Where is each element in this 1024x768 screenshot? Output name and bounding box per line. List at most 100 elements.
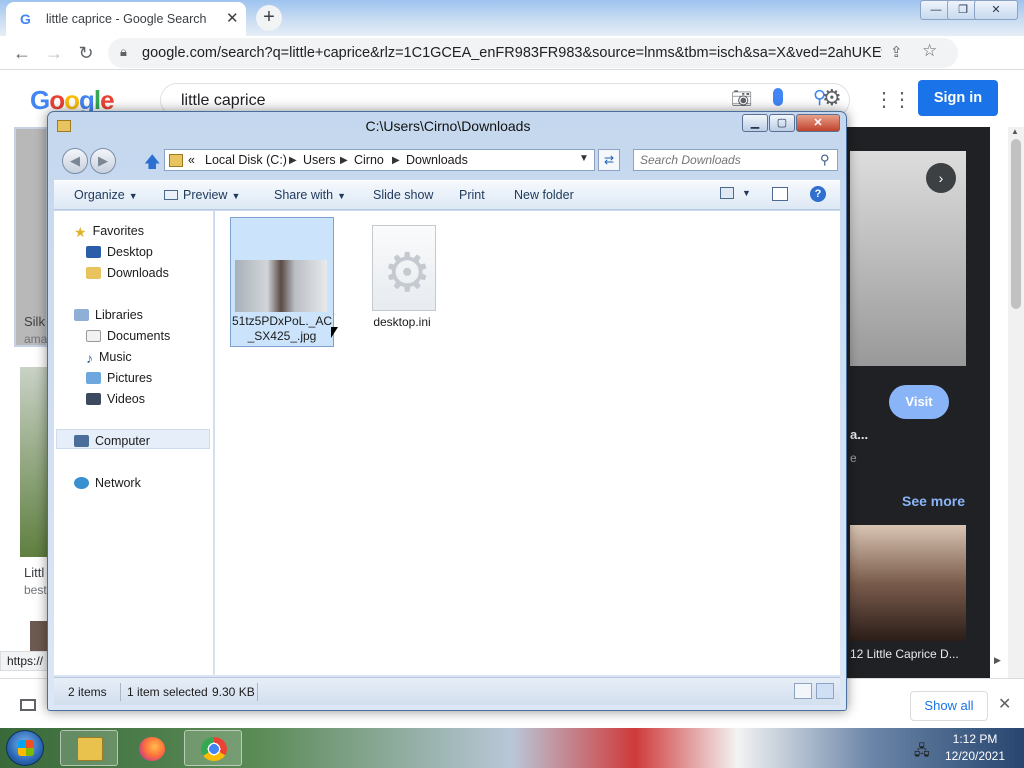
folder-icon <box>169 154 183 167</box>
show-all-downloads-button[interactable]: Show all <box>910 691 988 721</box>
related-image-thumbnail[interactable] <box>850 525 966 641</box>
breadcrumb-separator-icon[interactable]: ▶ <box>340 155 348 166</box>
next-image-arrow-icon[interactable]: › <box>926 163 956 193</box>
start-button[interactable] <box>6 730 44 766</box>
nav-music[interactable]: ♪ Music <box>86 350 132 366</box>
preview-menu[interactable]: Preview ▼ <box>164 188 240 202</box>
new-folder-button[interactable]: New folder <box>514 188 574 202</box>
breadcrumb-separator-icon[interactable]: ▶ <box>392 155 400 166</box>
breadcrumb-local-disk[interactable]: Local Disk (C:) <box>205 153 287 167</box>
breadcrumb-overflow[interactable]: « <box>188 153 195 167</box>
documents-icon <box>86 330 101 342</box>
explorer-maximize-button[interactable]: ▢ <box>769 114 795 132</box>
preview-pane-icon[interactable] <box>772 187 788 201</box>
refresh-icon[interactable]: ⇄ <box>598 149 620 171</box>
image-preview-panel: › a... e Visit See more 12 Little Capric… <box>830 127 990 728</box>
browser-tab[interactable]: G little caprice - Google Search ✕ <box>6 2 246 36</box>
nav-videos[interactable]: Videos <box>86 392 145 406</box>
scroll-up-arrow-icon[interactable]: ▲ <box>1011 127 1019 136</box>
image-result-source[interactable]: best <box>24 583 47 597</box>
nav-downloads[interactable]: Downloads <box>86 266 169 280</box>
large-icons-view-icon[interactable] <box>816 683 834 699</box>
breadcrumb-users[interactable]: Users <box>303 153 336 167</box>
file-name: 51tz5PDxPoL._AC _SX425_.jpg <box>231 314 333 343</box>
firefox-icon <box>139 737 165 761</box>
share-icon[interactable]: ⇪ <box>890 43 903 61</box>
nav-documents[interactable]: Documents <box>86 329 170 343</box>
file-item[interactable]: ⚙ desktop.ini <box>350 219 454 339</box>
explorer-search-input[interactable] <box>634 150 814 170</box>
tab-close-button[interactable]: ✕ <box>226 9 239 27</box>
taskbar-firefox-button[interactable] <box>122 730 180 766</box>
print-button[interactable]: Print <box>459 188 485 202</box>
breadcrumb-downloads[interactable]: Downloads <box>406 153 468 167</box>
file-name: desktop.ini <box>373 315 431 329</box>
view-options-caret-icon[interactable]: ▼ <box>742 188 751 198</box>
see-more-link[interactable]: See more <box>902 493 965 509</box>
nav-network[interactable]: Network <box>74 476 141 490</box>
bookmark-star-icon[interactable]: ☆ <box>922 41 937 61</box>
star-icon: ★ <box>74 224 87 240</box>
related-image-title[interactable]: 12 Little Caprice D... <box>850 647 966 661</box>
settings-gear-icon[interactable]: ⚙ <box>822 85 842 111</box>
download-file-icon[interactable] <box>20 699 36 711</box>
browser-close-button[interactable]: ✕ <box>974 0 1018 20</box>
nav-libraries[interactable]: Libraries <box>74 308 143 322</box>
address-dropdown-icon[interactable]: ▼ <box>579 153 589 164</box>
explorer-title: C:\Users\Cirno\Downloads <box>365 118 531 134</box>
forward-arrow-icon[interactable]: ▶ <box>90 148 116 174</box>
explorer-search-box[interactable]: ⚲ <box>633 149 838 171</box>
taskbar-explorer-button[interactable] <box>60 730 118 766</box>
forward-arrow-icon[interactable]: → <box>42 41 66 65</box>
image-result-thumbnail[interactable] <box>30 621 48 651</box>
camera-icon[interactable]: 📷︎ <box>731 89 753 109</box>
lock-icon[interactable]: 🔒︎ <box>120 44 127 60</box>
search-icon[interactable]: ⚲ <box>820 152 830 168</box>
mouse-cursor-icon <box>331 327 338 338</box>
back-arrow-icon[interactable]: ← <box>10 41 34 65</box>
scrollbar-thumb[interactable] <box>1011 139 1021 309</box>
search-query[interactable]: little caprice <box>181 92 265 110</box>
system-clock[interactable]: 1:12 PM 12/20/2021 <box>940 731 1010 765</box>
image-result-thumbnail[interactable] <box>20 367 48 557</box>
breadcrumb-cirno[interactable]: Cirno <box>354 153 384 167</box>
change-view-icon[interactable] <box>720 187 734 199</box>
url-text[interactable]: google.com/search?q=little+caprice&rlz=1… <box>142 45 882 61</box>
back-arrow-icon[interactable]: ◀ <box>62 148 88 174</box>
page-scrollbar[interactable]: ▲ ▼ <box>1008 127 1024 717</box>
windows-logo-icon <box>18 740 34 756</box>
taskbar-chrome-button[interactable] <box>184 730 242 766</box>
clock-date: 12/20/2021 <box>944 749 1006 763</box>
downloads-folder-icon <box>86 267 101 279</box>
file-list: 51tz5PDxPoL._AC _SX425_.jpg ⚙ desktop.ini <box>215 211 840 675</box>
preview-subtitle: e <box>850 451 857 465</box>
sign-in-button[interactable]: Sign in <box>918 80 998 116</box>
up-folder-arrow-icon[interactable]: 🡅 <box>144 151 160 178</box>
nav-pictures[interactable]: Pictures <box>86 371 152 385</box>
scroll-right-arrow-icon[interactable]: ▶ <box>994 655 1001 666</box>
visit-button[interactable]: Visit <box>889 385 949 419</box>
microphone-icon[interactable] <box>773 88 783 106</box>
preview-title[interactable]: a... <box>850 427 868 442</box>
reload-icon[interactable]: ↻ <box>74 41 98 65</box>
network-tray-icon[interactable]: 🖧 <box>914 740 930 764</box>
nav-favorites[interactable]: ★ Favorites <box>74 224 144 240</box>
file-item-selected[interactable]: 51tz5PDxPoL._AC _SX425_.jpg <box>230 217 334 347</box>
image-result-title[interactable]: Silk <box>24 314 45 329</box>
explorer-address-bar[interactable]: « Local Disk (C:) ▶ Users ▶ Cirno ▶ Down… <box>164 149 595 171</box>
details-view-icon[interactable] <box>794 683 812 699</box>
organize-menu[interactable]: Organize ▼ <box>74 188 138 202</box>
breadcrumb-separator-icon[interactable]: ▶ <box>289 155 297 166</box>
image-result-source[interactable]: ama <box>24 332 47 346</box>
explorer-close-button[interactable]: ✕ <box>796 114 840 132</box>
new-tab-button[interactable]: + <box>256 5 282 31</box>
address-bar[interactable]: 🔒︎ google.com/search?q=little+caprice&rl… <box>108 38 958 68</box>
nav-computer[interactable]: Computer <box>74 434 150 448</box>
slide-show-button[interactable]: Slide show <box>373 188 433 202</box>
explorer-minimize-button[interactable]: ▁ <box>742 114 768 132</box>
share-with-menu[interactable]: Share with ▼ <box>274 188 346 202</box>
nav-desktop[interactable]: Desktop <box>86 245 153 259</box>
close-download-shelf-icon[interactable]: ✕ <box>998 694 1011 714</box>
image-result-title[interactable]: Littl <box>24 565 44 580</box>
help-icon[interactable]: ? <box>810 186 826 202</box>
